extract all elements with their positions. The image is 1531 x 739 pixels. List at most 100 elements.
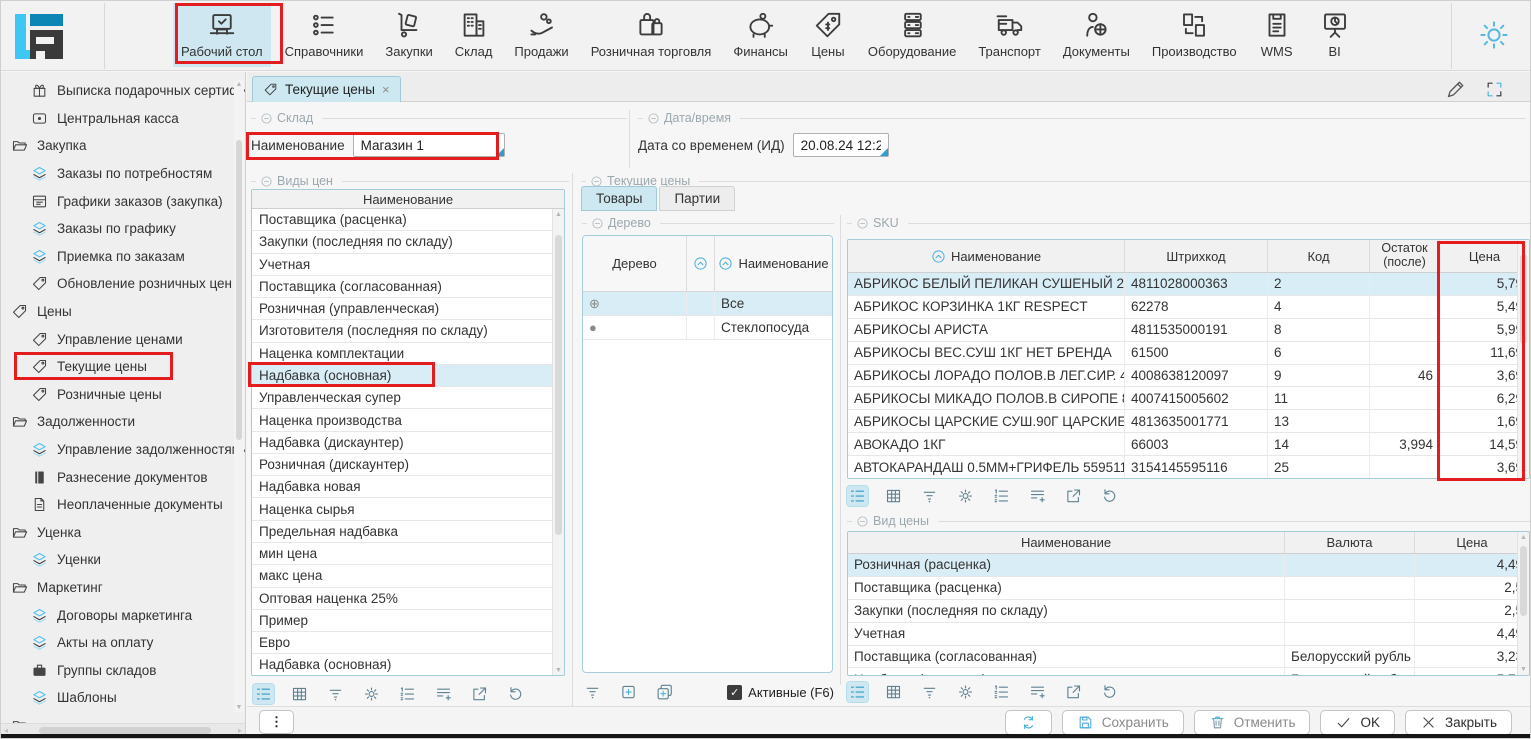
sku-row[interactable]: АВТОКАРАНДАШ 0.5ММ+ГРИФЕЛЬ 559511 М 3154… bbox=[848, 456, 1529, 479]
scrollbar-thumb[interactable] bbox=[236, 140, 242, 440]
settings-icon[interactable] bbox=[361, 684, 382, 704]
toolbar-item[interactable]: Закупки bbox=[377, 3, 440, 67]
price-type-row[interactable]: Управленческая супер bbox=[252, 387, 564, 409]
settings-icon[interactable] bbox=[955, 486, 976, 506]
fullscreen-icon[interactable] bbox=[1485, 80, 1504, 99]
add-row-icon[interactable] bbox=[433, 684, 454, 704]
tree-column-header[interactable]: Дерево bbox=[583, 236, 687, 291]
sidebar-item[interactable]: Розничные цены bbox=[1, 381, 245, 409]
scroll-up-icon[interactable]: ▲ bbox=[1518, 242, 1529, 249]
footer-button[interactable]: Сохранить bbox=[1062, 710, 1184, 735]
price-type-row[interactable]: Поставщика (расценка) bbox=[252, 209, 564, 231]
sku-row[interactable]: АБРИКОСЫ ЦАРСКИЕ СУШ.90Г ЦАРСКИЕ 4813635… bbox=[848, 410, 1529, 433]
toolbar-item[interactable]: Производство bbox=[1144, 3, 1245, 67]
collapse-icon[interactable] bbox=[647, 112, 660, 125]
panel-splitter[interactable] bbox=[840, 215, 841, 685]
toolbar-item[interactable]: Продажи bbox=[506, 3, 576, 67]
numbered-list-icon[interactable] bbox=[991, 486, 1012, 506]
footer-button[interactable] bbox=[1005, 710, 1052, 735]
scrollbar-thumb[interactable] bbox=[1520, 254, 1527, 344]
subtab[interactable]: Товары bbox=[581, 186, 657, 211]
price-type-row[interactable]: Розничная (дискаунтер) bbox=[252, 454, 564, 476]
price-type-row[interactable]: макс цена bbox=[252, 565, 564, 587]
sidebar-item[interactable]: Управление задолженностями bbox=[1, 436, 245, 464]
sidebar-vertical-scrollbar[interactable]: ▲ ▼ bbox=[234, 80, 244, 712]
name-column-header[interactable]: Наименование bbox=[715, 236, 832, 291]
tree-row[interactable]: ● Стеклопосуда bbox=[583, 316, 832, 340]
sidebar-item[interactable]: Маркетинг bbox=[1, 574, 245, 602]
tree-row[interactable]: ⊕ Все bbox=[583, 292, 832, 316]
settings-icon[interactable] bbox=[955, 682, 976, 702]
toolbar-item[interactable]: Финансы bbox=[725, 3, 796, 67]
open-external-icon[interactable] bbox=[1063, 682, 1084, 702]
subtab[interactable]: Партии bbox=[659, 186, 735, 211]
grid-view-icon[interactable] bbox=[883, 682, 904, 702]
price-type-row[interactable]: Оптовая наценка 25% bbox=[252, 588, 564, 610]
list-vertical-scrollbar[interactable]: ▲ ▼ bbox=[552, 209, 564, 676]
price-type-row[interactable]: Учетная bbox=[252, 254, 564, 276]
price-type-row[interactable]: Закупки (последняя по складу) bbox=[252, 231, 564, 253]
tab-current-prices[interactable]: Текущие цены × bbox=[252, 76, 401, 102]
warehouse-name-input[interactable] bbox=[354, 134, 504, 156]
add-row-icon[interactable] bbox=[1027, 682, 1048, 702]
filter-icon[interactable] bbox=[919, 682, 940, 702]
scrollbar-thumb[interactable] bbox=[39, 727, 211, 734]
footer-button[interactable]: Отменить bbox=[1194, 710, 1311, 735]
toolbar-item[interactable]: Цены bbox=[802, 3, 854, 67]
price-type-row[interactable]: Евро bbox=[252, 632, 564, 654]
toolbar-item[interactable]: Склад bbox=[447, 3, 501, 67]
add-row-icon[interactable] bbox=[1027, 486, 1048, 506]
barcode-column-header[interactable]: Штрихкод bbox=[1125, 240, 1268, 272]
sidebar-item[interactable]: Уценка bbox=[1, 519, 245, 547]
list-view-icon[interactable] bbox=[847, 486, 868, 506]
sidebar-item[interactable]: Шаблоны bbox=[1, 684, 245, 712]
price-type-row[interactable]: Пример bbox=[252, 610, 564, 632]
tab-close-icon[interactable]: × bbox=[382, 82, 390, 97]
price-type-row[interactable]: Наценка сырья bbox=[252, 498, 564, 520]
price-type-row[interactable]: Надбавка (основная) bbox=[252, 654, 564, 676]
sidebar-item[interactable]: Управление ценами bbox=[1, 325, 245, 353]
sidebar-item[interactable]: Разнесение документов bbox=[1, 463, 245, 491]
sidebar-item[interactable]: Обновление розничных цен bbox=[1, 270, 245, 298]
sidebar-item[interactable]: Текущие цены bbox=[1, 353, 245, 381]
price-type-row[interactable]: Надбавка новая bbox=[252, 476, 564, 498]
grid-view-icon[interactable] bbox=[289, 684, 310, 704]
tree-expander-icon[interactable]: ● bbox=[589, 320, 597, 335]
price-type-row[interactable]: мин цена bbox=[252, 543, 564, 565]
sidebar-item[interactable]: Закупка bbox=[1, 132, 245, 160]
sort-column-header[interactable] bbox=[687, 236, 715, 291]
price-view-row[interactable]: Надбавка (основная) Белорусский рубль 5,… bbox=[848, 668, 1529, 676]
sidebar-item[interactable]: Уценки bbox=[1, 546, 245, 574]
reload-icon[interactable] bbox=[505, 684, 526, 704]
tree-expander-icon[interactable]: ⊕ bbox=[589, 296, 600, 312]
sort-up-icon[interactable] bbox=[718, 256, 733, 271]
collapse-icon[interactable] bbox=[856, 217, 869, 230]
collapse-icon[interactable] bbox=[591, 217, 604, 230]
collapse-icon[interactable] bbox=[260, 112, 273, 125]
sku-row[interactable]: АБРИКОС КОРЗИНКА 1КГ RESPECT 62278 4 5,4… bbox=[848, 296, 1529, 319]
active-filter-checkbox[interactable]: ✓ Активные (F6) bbox=[727, 679, 834, 705]
sidebar-item[interactable]: Цены bbox=[1, 298, 245, 326]
list-view-icon[interactable] bbox=[847, 682, 868, 702]
price-view-row[interactable]: Закупки (последняя по складу) 2,5 bbox=[848, 600, 1529, 623]
price-type-row[interactable]: Розничная (управленческая) bbox=[252, 298, 564, 320]
price-type-row[interactable]: Надбавка (дискаунтер) bbox=[252, 432, 564, 454]
datetime-input[interactable] bbox=[794, 134, 888, 156]
toolbar-item[interactable]: Оборудование bbox=[860, 3, 964, 67]
sku-row[interactable]: АБРИКОСЫ МИКАДО ПОЛОВ.В СИРОПЕ 850Г 4007… bbox=[848, 387, 1529, 410]
code-column-header[interactable]: Код bbox=[1268, 240, 1370, 272]
filter-icon[interactable] bbox=[919, 486, 940, 506]
sidebar-item[interactable]: Приемка по заказам bbox=[1, 243, 245, 271]
price-view-vertical-scrollbar[interactable]: ▲ ▼ bbox=[1517, 532, 1529, 675]
sidebar-item[interactable]: Задолженности bbox=[1, 408, 245, 436]
scroll-up-icon[interactable]: ▲ bbox=[553, 211, 564, 218]
toolbar-item[interactable]: Розничная торговля bbox=[583, 3, 720, 67]
name-column-header[interactable]: Наименование bbox=[848, 532, 1285, 553]
price-view-row[interactable]: Поставщика (расценка) 2,5 bbox=[848, 577, 1529, 600]
currency-column-header[interactable]: Валюта bbox=[1285, 532, 1415, 553]
scrollbar-thumb[interactable] bbox=[1520, 546, 1527, 616]
price-type-row[interactable]: Наценка производства bbox=[252, 409, 564, 431]
toolbar-item[interactable]: WMS bbox=[1251, 3, 1303, 67]
open-external-icon[interactable] bbox=[1063, 486, 1084, 506]
more-actions-button[interactable]: ⋮ bbox=[259, 710, 294, 734]
